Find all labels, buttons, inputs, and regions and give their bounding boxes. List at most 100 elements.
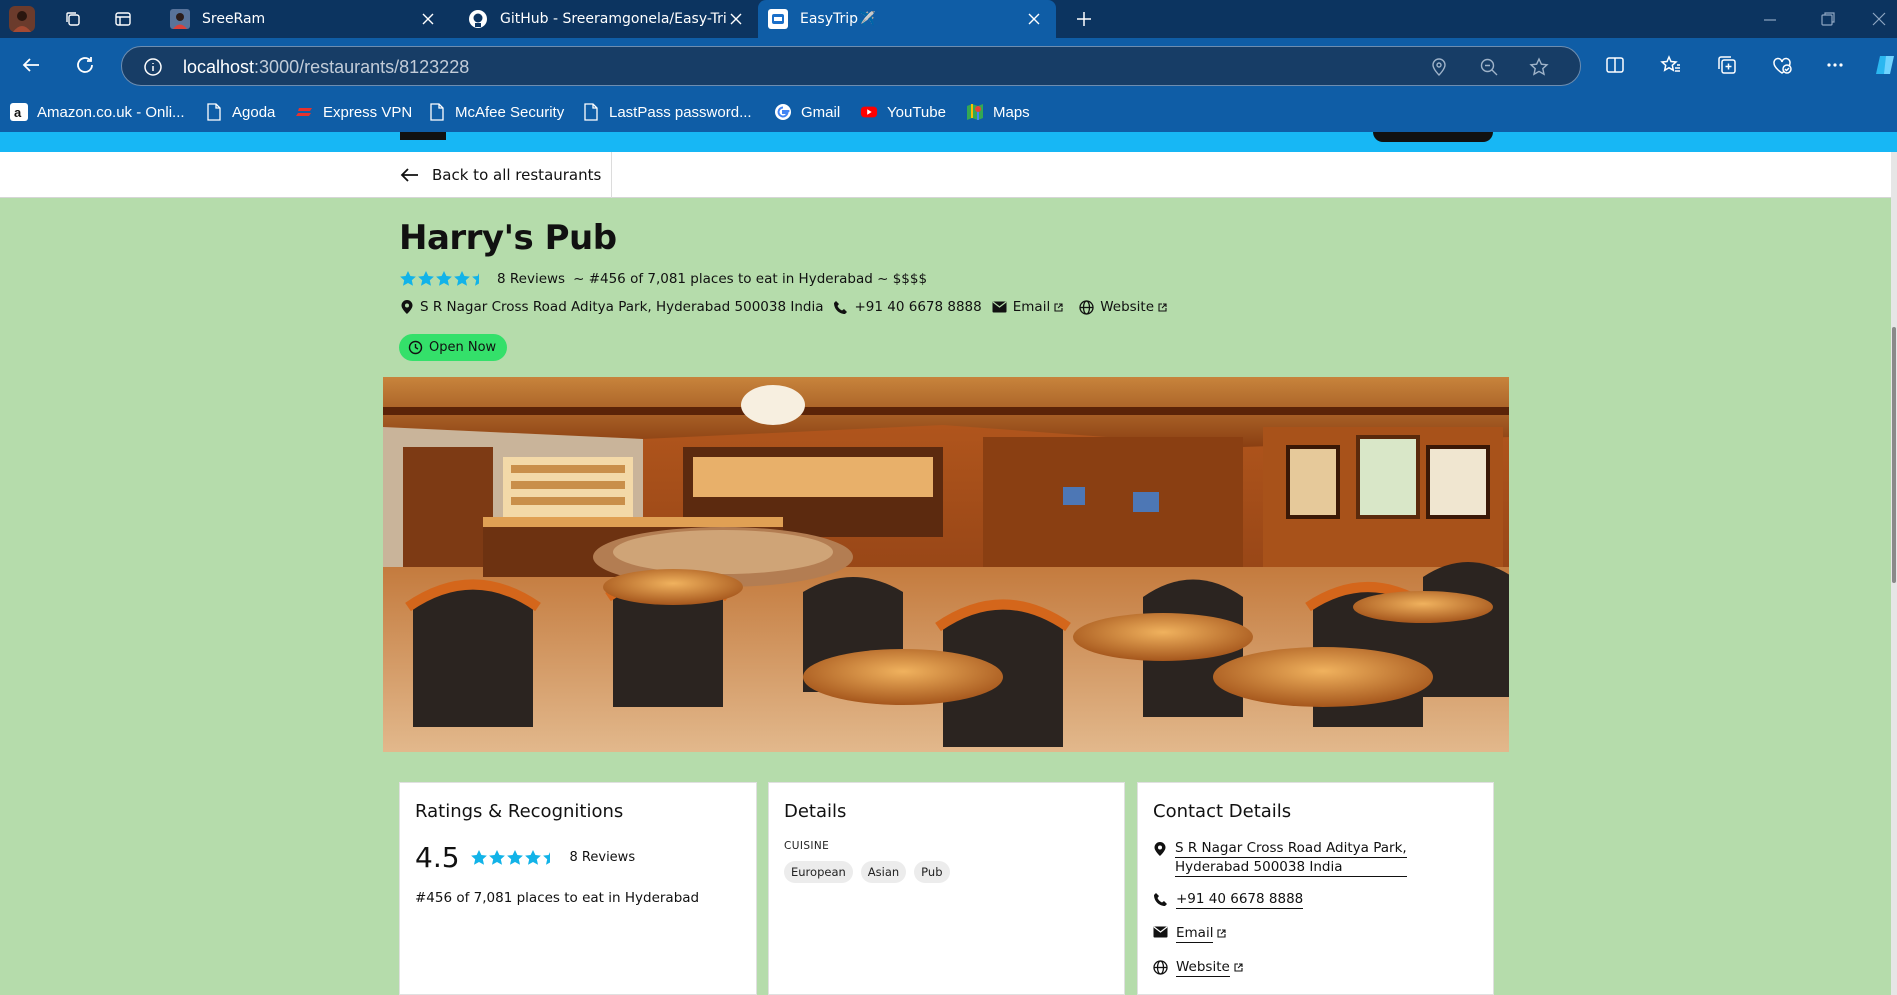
split-screen-icon[interactable] [1601, 51, 1629, 79]
maps-icon [966, 103, 984, 121]
svg-text:a: a [14, 105, 22, 120]
bookmark-label: YouTube [887, 103, 946, 121]
header-logo-fragment[interactable] [400, 132, 446, 140]
close-icon[interactable] [420, 11, 436, 27]
bookmark-agoda[interactable]: Agoda [205, 100, 275, 124]
scrollbar-thumb[interactable] [1892, 327, 1896, 583]
bookmark-expressvpn[interactable]: Express VPN [296, 100, 412, 124]
restaurant-info-line: S R Nagar Cross Road Aditya Park, Hydera… [400, 299, 1183, 315]
ratings-card-title: Ratings & Recognitions [415, 801, 624, 822]
contact-email[interactable]: Email [1153, 924, 1234, 943]
collections-icon[interactable] [1713, 51, 1741, 79]
more-menu-icon[interactable] [1821, 51, 1849, 79]
url-path: :3000/restaurants/8123228 [254, 57, 470, 77]
favorite-star-icon[interactable] [1529, 57, 1549, 77]
phone-icon [1154, 893, 1167, 906]
back-to-restaurants-link[interactable]: Back to all restaurants [400, 152, 612, 198]
bookmark-label: Agoda [232, 103, 276, 121]
bookmark-lastpass[interactable]: LastPass password... [582, 100, 752, 124]
google-icon [774, 103, 792, 121]
tab-label: EasyTrip✈️ [800, 11, 876, 27]
expressvpn-icon [296, 103, 314, 121]
zoom-out-icon[interactable] [1479, 57, 1499, 77]
back-link-label: Back to all restaurants [432, 166, 602, 184]
contact-website[interactable]: Website [1153, 958, 1251, 977]
refresh-button[interactable] [71, 51, 99, 79]
bookmark-label: Express VPN [323, 103, 413, 121]
close-icon[interactable] [728, 11, 744, 27]
details-card-title: Details [784, 801, 847, 822]
external-link-icon [1054, 302, 1063, 312]
website-link[interactable]: Website [1100, 299, 1154, 315]
minimize-icon[interactable] [1762, 12, 1778, 28]
browser-essentials-icon[interactable] [1768, 51, 1796, 79]
back-button[interactable] [17, 51, 45, 79]
rating-reviews-count[interactable]: 8 Reviews [570, 850, 636, 865]
restaurant-name: Harry's Pub [399, 218, 617, 258]
ranking-text: #456 of 7,081 places to eat in Hyderabad [415, 890, 700, 906]
page-icon [582, 103, 600, 121]
back-navigation-bar: Back to all restaurants [0, 152, 1897, 198]
bookmark-label: Gmail [801, 103, 841, 121]
bookmark-amazon[interactable]: a Amazon.co.uk - Onli... [10, 100, 185, 124]
site-info-icon[interactable] [143, 57, 163, 77]
bookmark-gmail[interactable]: Gmail [774, 100, 840, 124]
bookmark-youtube[interactable]: YouTube [860, 100, 946, 124]
close-window-icon[interactable] [1871, 11, 1887, 27]
restore-icon[interactable] [1820, 11, 1836, 27]
external-link-icon [1158, 302, 1167, 312]
globe-icon [1153, 960, 1168, 975]
cuisine-chip: European [784, 861, 853, 883]
easytrip-favicon-icon [768, 9, 788, 29]
address-line-1[interactable]: S R Nagar Cross Road Aditya Park, [1175, 839, 1407, 858]
ratings-card: Ratings & Recognitions 4.5 8 Reviews #45… [399, 782, 757, 995]
new-tab-button[interactable] [1071, 6, 1097, 32]
phone-text[interactable]: +91 40 6678 8888 [854, 299, 981, 315]
website-link[interactable]: Website [1176, 958, 1230, 977]
close-icon[interactable] [1026, 11, 1042, 27]
ranking-text: ~ #456 of 7,081 places to eat in Hyderab… [573, 271, 928, 287]
youtube-icon [860, 103, 878, 121]
location-icon[interactable] [1429, 57, 1449, 77]
page-scrollbar[interactable] [1891, 152, 1897, 995]
stars-icon [470, 849, 550, 865]
reviews-count[interactable]: 8 Reviews [497, 271, 565, 287]
email-link[interactable]: Email [1013, 299, 1050, 315]
cuisine-chip: Asian [860, 861, 907, 883]
tab-actions-icon[interactable] [110, 6, 136, 32]
cuisine-chip: Pub [914, 861, 950, 883]
browser-tab-bar: SreeRam GitHub - Sreeramgonela/Easy-Trip… [0, 0, 1897, 38]
contact-phone[interactable]: +91 40 6678 8888 [1153, 890, 1304, 909]
envelope-icon [1153, 926, 1168, 938]
address-text: S R Nagar Cross Road Aditya Park, Hydera… [420, 299, 824, 315]
tab-github[interactable]: GitHub - Sreeramgonela/Easy-Trip [458, 0, 758, 38]
copilot-icon[interactable] [1871, 51, 1897, 79]
bookmark-maps[interactable]: Maps [966, 100, 1030, 124]
contact-address[interactable]: S R Nagar Cross Road Aditya Park, Hydera… [1153, 839, 1407, 877]
external-link-icon [1234, 963, 1243, 972]
tab-easytrip[interactable]: EasyTrip✈️ [758, 0, 1056, 38]
cuisine-heading: CUISINE [784, 840, 830, 852]
tab-sreeram[interactable]: SreeRam [160, 0, 450, 38]
url-text[interactable]: localhost:3000/restaurants/8123228 [183, 57, 469, 78]
website-item[interactable]: Website [1079, 299, 1173, 315]
bookmark-mcafee[interactable]: McAfee Security [428, 100, 564, 124]
email-item[interactable]: Email [992, 299, 1069, 315]
page-icon [205, 103, 223, 121]
address-line-2[interactable]: Hyderabad 500038 India [1175, 858, 1407, 877]
amazon-icon: a [10, 103, 28, 121]
external-link-icon [1217, 929, 1227, 938]
header-button-fragment[interactable] [1373, 132, 1493, 142]
tab-label: GitHub - Sreeramgonela/Easy-Trip [500, 11, 728, 27]
restaurant-photo [383, 377, 1509, 752]
favorites-icon[interactable] [1657, 51, 1685, 79]
open-status-text: Open Now [429, 340, 497, 355]
workspaces-icon[interactable] [60, 6, 86, 32]
profile-avatar[interactable] [9, 6, 35, 32]
address-bar[interactable]: localhost:3000/restaurants/8123228 [121, 46, 1581, 86]
phone-item[interactable]: +91 40 6678 8888 [833, 299, 982, 315]
clock-icon [408, 340, 423, 355]
rating-score: 4.5 [415, 841, 460, 874]
phone-link[interactable]: +91 40 6678 8888 [1176, 890, 1304, 909]
email-link[interactable]: Email [1176, 924, 1214, 943]
